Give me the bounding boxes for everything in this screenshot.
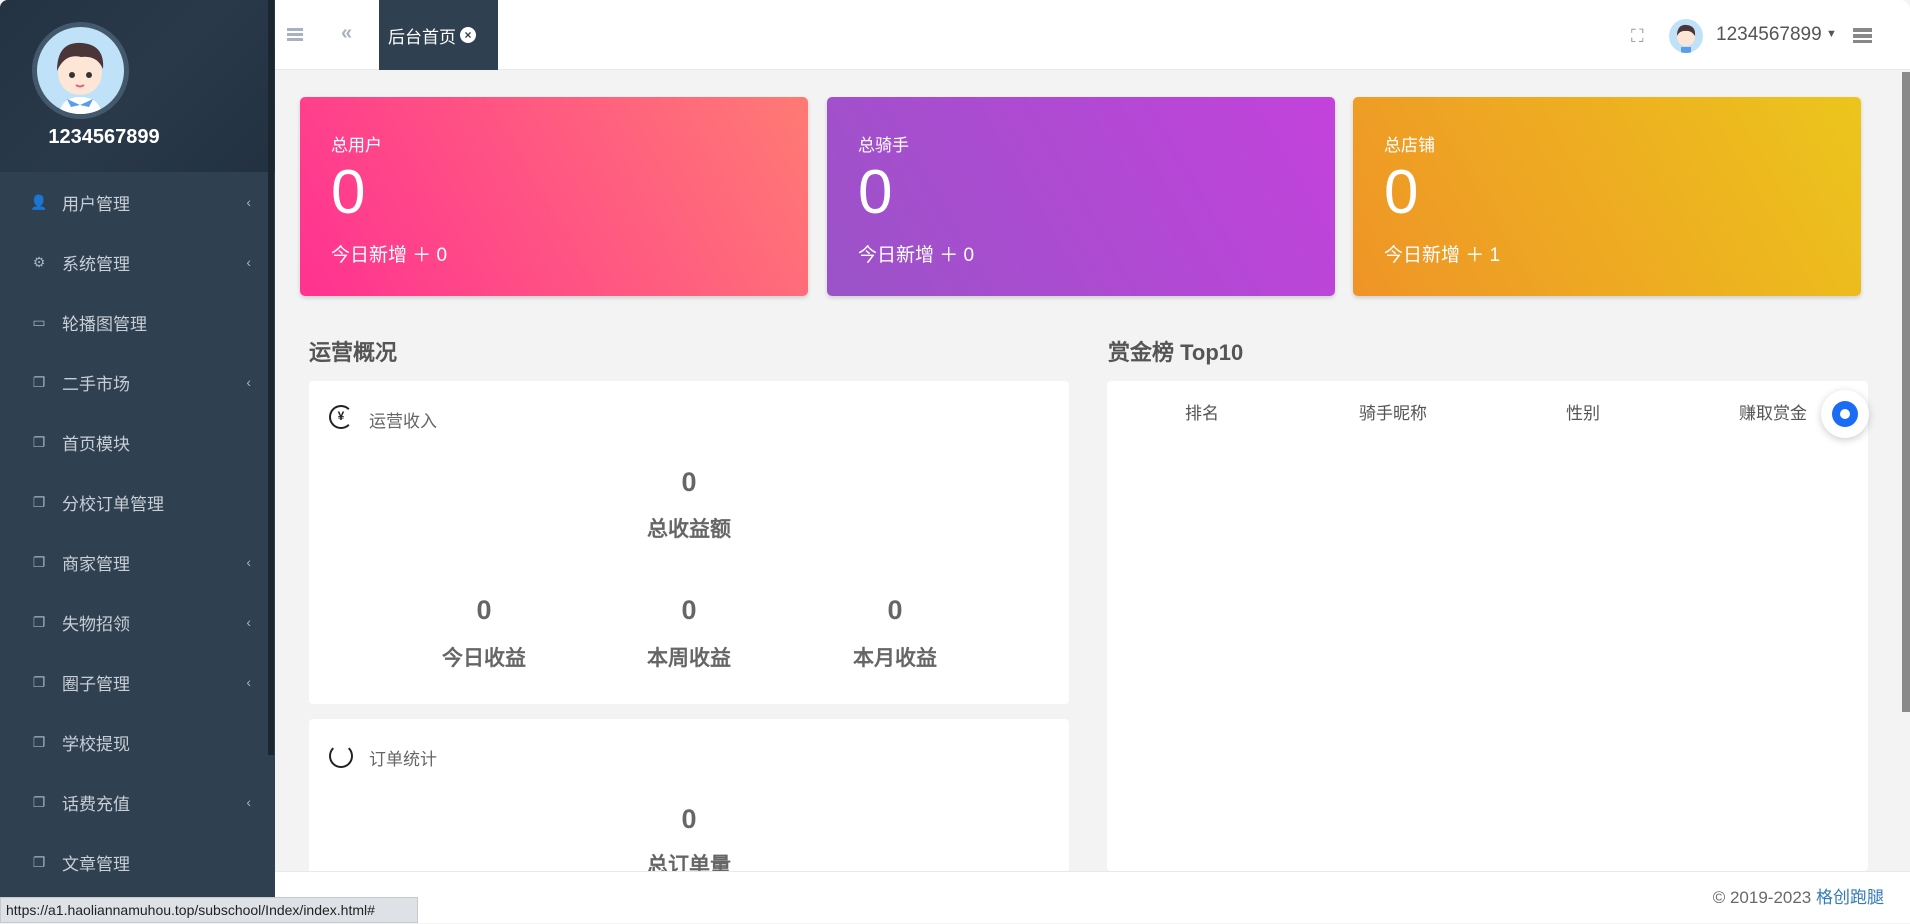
copy-icon: ❐ [32,793,46,810]
user-icon: 👤 [30,193,48,210]
card-value: 0 [1384,158,1419,227]
copy-icon: ❐ [32,553,46,570]
card-value: 0 [858,158,893,227]
sidebar-item-label: 轮播图管理 [62,314,147,334]
sidebar-item[interactable]: ❐ 商家管理 ‹ [0,532,275,592]
copy-icon: ❐ [32,853,46,870]
header-username[interactable]: 1234567899 [1716,24,1822,46]
chevron-left-icon: ‹ [246,554,251,570]
card-label: 总骑手 [858,136,909,155]
column-header-nickname: 骑手昵称 [1359,404,1427,423]
today-income-label: 今日收益 [442,647,526,670]
card-label: 总店铺 [1384,136,1435,155]
fullscreen-icon[interactable]: ⛶ [1631,26,1644,47]
sidebar-item-label: 失物招领 [62,614,130,634]
sidebar-item-label: 系统管理 [62,254,130,274]
column-header-bounty: 赚取赏金 [1739,404,1807,423]
week-income-label: 本周收益 [647,647,731,670]
sidebar-item-label: 分校订单管理 [62,494,164,514]
profile: 1234567899 [0,0,275,172]
week-income-value: 0 [681,595,697,625]
sidebar-item-label: 首页模块 [62,434,130,454]
card-label: 总用户 [331,136,382,155]
sidebar-item[interactable]: ❐ 失物招领 ‹ [0,592,275,652]
card-value: 0 [331,158,366,227]
income-panel: ¥ 运营收入 0 总收益额 0 今日收益 0 本周收益 0 本月收益 [309,381,1069,704]
card-total-users: 总用户 0 今日新增 ＋ 0 [300,97,808,296]
floating-assistant-button[interactable] [1821,390,1869,438]
sidebar-item[interactable]: ❐ 学校提现 [0,712,275,772]
top-header: « 后台首页 × ⛶ 1234567899 ▼ [275,0,1910,70]
card-total-shops: 总店铺 0 今日新增 ＋ 1 [1353,97,1861,296]
sidebar-item[interactable]: ❐ 圈子管理 ‹ [0,652,275,712]
copy-icon: ❐ [32,673,46,690]
caret-down-icon[interactable]: ▼ [1826,28,1837,40]
total-orders-value: 0 [681,804,697,834]
ranking-panel [1107,381,1868,871]
sidebar: 1234567899 👤 用户管理 ‹ ⚙ 系统管理 ‹ ▭ 轮播图管理 ❐ 二手市场 ‹ ❐ 首页模块… [0,0,275,923]
month-income-label: 本月收益 [853,647,937,670]
sidebar-item[interactable]: ❐ 话费充值 ‹ [0,772,275,832]
copy-icon: ❐ [32,613,46,630]
orders-title: 订单统计 [369,750,437,769]
assistant-icon [1832,401,1858,427]
sidebar-item[interactable]: ❐ 分校订单管理 [0,472,275,532]
sidebar-item-label: 学校提现 [62,734,130,754]
chevron-left-icon: ‹ [246,674,251,690]
sidebar-item-label: 商家管理 [62,554,130,574]
card-total-riders: 总骑手 0 今日新增 ＋ 0 [827,97,1335,296]
copy-icon: ❐ [32,373,46,390]
header-avatar[interactable] [1669,19,1703,53]
total-income-label: 总收益额 [647,518,731,541]
gears-icon: ⚙ [32,253,46,270]
sidebar-item-label: 二手市场 [62,374,130,394]
server-menu-icon[interactable] [1853,28,1872,43]
hamburger-menu-icon[interactable] [287,28,303,41]
chevron-left-icon: ‹ [246,194,251,210]
section-title-overview: 运营概况 [309,340,398,365]
sidebar-scrollbar[interactable] [268,0,274,755]
chevron-left-icon: ‹ [246,614,251,630]
card-sub: 今日新增 ＋ 0 [331,245,448,266]
column-header-rank: 排名 [1185,404,1219,423]
footer: © 2019-2023 格创跑腿 [275,871,1910,923]
card-sub: 今日新增 ＋ 0 [858,245,975,266]
sidebar-item[interactable]: 👤 用户管理 ‹ [0,172,275,232]
close-tab-icon[interactable]: × [460,27,476,43]
column-header-gender: 性别 [1566,404,1600,423]
sidebar-item[interactable]: ❐ 二手市场 ‹ [0,352,275,412]
sidebar-item-label: 文章管理 [62,854,130,874]
page-scrollbar[interactable] [1902,72,1910,712]
copy-icon: ❐ [32,733,46,750]
card-sub: 今日新增 ＋ 1 [1384,245,1501,266]
sidebar-item[interactable]: ❐ 首页模块 [0,412,275,472]
sidebar-item-label: 用户管理 [62,194,130,214]
bar-chart-icon [329,744,353,768]
status-url: https://a1.haoliannamuhou.top/subschool/… [0,897,418,923]
chevron-left-icon: ‹ [246,794,251,810]
sidebar-item-label: 圈子管理 [62,674,130,694]
tab-home[interactable]: 后台首页 × [379,0,498,70]
tabs-scroll-left-icon[interactable]: « [341,22,352,45]
sidebar-item-label: 话费充值 [62,794,130,814]
total-income-value: 0 [681,467,697,497]
brand-link[interactable]: 格创跑腿 [1816,888,1884,907]
sidebar-username: 1234567899 [48,126,160,148]
avatar[interactable] [32,22,129,119]
yuan-income-icon: ¥ [329,405,353,429]
copy-icon: ❐ [32,433,46,450]
sidebar-item[interactable]: ❐ 文章管理 [0,832,275,892]
chevron-left-icon: ‹ [246,254,251,270]
sidebar-item[interactable]: ⚙ 系统管理 ‹ [0,232,275,292]
income-title: 运营收入 [369,412,437,431]
section-title-ranking: 赏金榜 Top10 [1108,340,1244,365]
chevron-left-icon: ‹ [246,374,251,390]
today-income-value: 0 [476,595,492,625]
tab-label: 后台首页 [388,27,456,47]
copyright: © 2019-2023 [1712,888,1816,907]
copy-icon: ❐ [32,493,46,510]
month-income-value: 0 [887,595,903,625]
sidebar-item[interactable]: ▭ 轮播图管理 [0,292,275,352]
monitor-icon: ▭ [32,313,46,330]
